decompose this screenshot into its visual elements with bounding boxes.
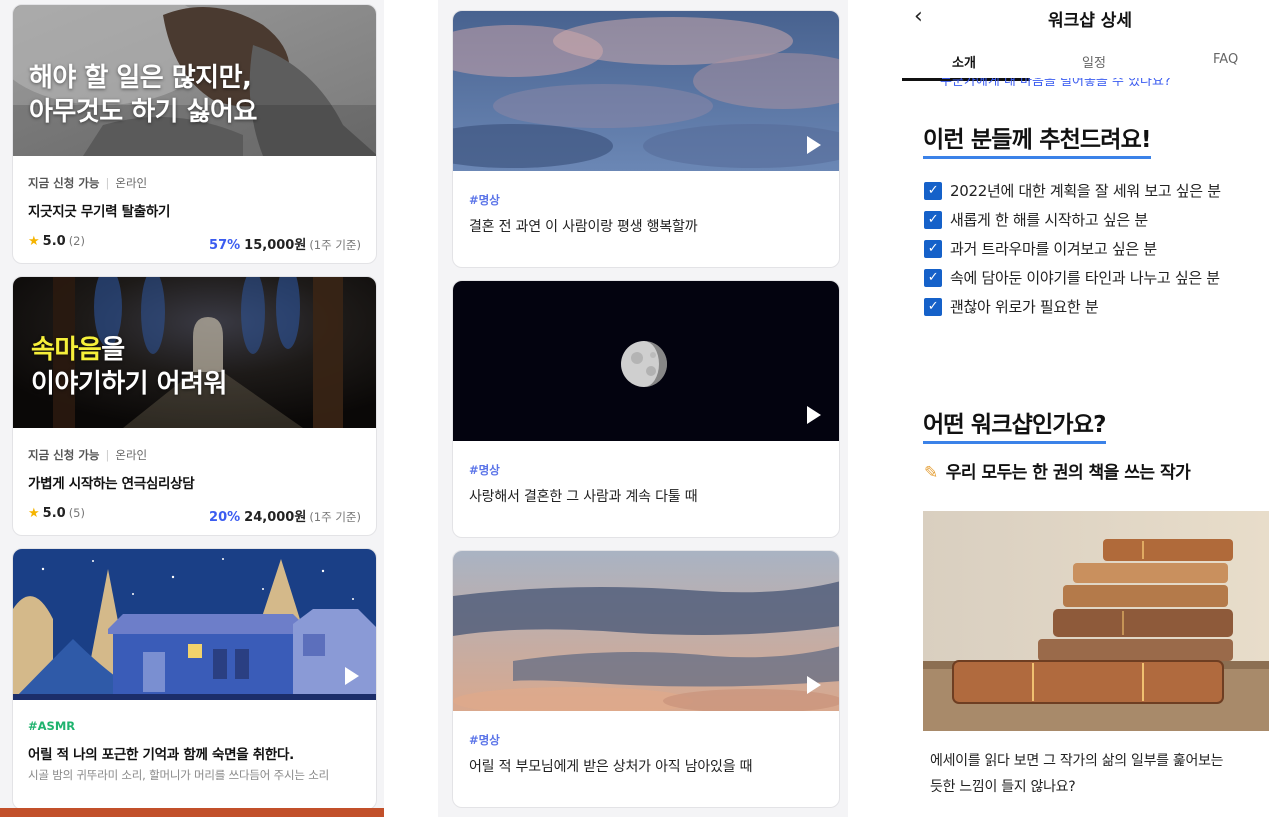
- price: 57% 15,000원 (1주 기준): [209, 234, 361, 253]
- discount-percent: 57%: [209, 238, 241, 253]
- tab-faq[interactable]: FAQ: [1213, 52, 1238, 67]
- asmr-card[interactable]: #ASMR 어릴 적 나의 포근한 기억과 함께 숙면을 취한다. 시골 밤의 …: [12, 548, 377, 810]
- video-tag: #명상: [469, 733, 500, 747]
- video-thumbnail-sunset: [453, 551, 839, 711]
- workshop-card[interactable]: 속마음을 이야기하기 어려워 지금 신청 가능 | 온라인 가볍게 시작하는 연극심…: [12, 276, 377, 536]
- price-basis: (1주 기준): [309, 510, 361, 524]
- discount-percent: 20%: [209, 510, 241, 525]
- review-count: (5): [68, 506, 85, 520]
- rating: ★ 5.0 (5): [28, 506, 85, 521]
- workshop-banner-image: 해야 할 일은 많지만, 아무것도 하기 싫어요: [13, 5, 376, 156]
- rating-value: 5.0: [42, 506, 66, 521]
- video-card[interactable]: #명상 사랑해서 결혼한 그 사람과 계속 다툴 때: [452, 280, 840, 538]
- intro-paragraph-line1: 에세이를 읽다 보면 그 작가의 삶의 일부를 훑어보는: [930, 753, 1224, 769]
- video-thumbnail-sky: [453, 11, 839, 171]
- checkbox-checked-icon: ✓: [924, 181, 942, 200]
- video-tag: #명상: [469, 463, 500, 477]
- mode-label: 온라인: [115, 448, 148, 462]
- clipped-intro-text: 누군가에게 내 마음을 털어놓을 수 있나요?: [940, 78, 1171, 86]
- availability-label: 지금 신청 가능: [28, 176, 100, 190]
- asmr-illustration: [13, 549, 376, 700]
- banner-headline-line1: 해야 할 일은 많지만,: [29, 63, 252, 93]
- video-title: 사랑해서 결혼한 그 사람과 계속 다툴 때: [469, 489, 698, 505]
- card-title: 어릴 적 나의 포근한 기억과 함께 숙면을 취한다.: [28, 747, 294, 763]
- price-basis: (1주 기준): [309, 238, 361, 252]
- books-image: [923, 511, 1269, 731]
- play-icon[interactable]: [807, 676, 821, 694]
- checklist-item: ✓ 2022년에 대한 계획을 잘 세워 보고 싶은 분: [924, 180, 1221, 201]
- video-thumbnail-moon: [453, 281, 839, 441]
- card-title: 지긋지긋 무기력 탈출하기: [28, 204, 171, 220]
- rating: ★ 5.0 (2): [28, 234, 85, 249]
- rating-value: 5.0: [42, 234, 66, 249]
- video-title: 어릴 적 부모님에게 받은 상처가 아직 남아있을 때: [469, 759, 753, 775]
- banner-headline-line2: 이야기하기 어려워: [31, 369, 227, 399]
- workshop-list-column: 해야 할 일은 많지만, 아무것도 하기 싫어요 지금 신청 가능 | 온라인 지긋…: [0, 0, 384, 817]
- video-title: 결혼 전 과연 이 사람이랑 평생 행복할까: [469, 219, 698, 235]
- tab-intro[interactable]: 소개: [952, 52, 976, 71]
- availability-label: 지금 신청 가능: [28, 448, 100, 462]
- price-amount: 15,000원: [244, 238, 307, 253]
- mode-label: 온라인: [115, 176, 148, 190]
- star-icon: ★: [28, 234, 40, 249]
- play-icon[interactable]: [807, 136, 821, 154]
- workshop-detail-panel: ‹ 워크샵 상세 소개 일정 FAQ 누군가에게 내 마음을 털어놓을 수 있나…: [900, 0, 1280, 817]
- checklist-item: ✓ 속에 담아둔 이야기를 타인과 나누고 싶은 분: [924, 267, 1220, 288]
- star-icon: ★: [28, 506, 40, 521]
- card-meta: 지금 신청 가능 | 온라인: [28, 448, 148, 462]
- page-title: 워크샵 상세: [1047, 11, 1133, 31]
- review-count: (2): [68, 234, 85, 248]
- top-bar: ‹ 워크샵 상세: [900, 0, 1280, 36]
- checklist-item: ✓ 괜찮아 위로가 필요한 분: [924, 296, 1099, 317]
- checkbox-checked-icon: ✓: [924, 297, 942, 316]
- banner-headline-rest: 을: [101, 335, 125, 365]
- card-title: 가볍게 시작하는 연극심리상담: [28, 476, 195, 492]
- banner-headline-line2: 아무것도 하기 싫어요: [29, 97, 257, 127]
- checkbox-checked-icon: ✓: [924, 239, 942, 258]
- bottom-bar: [0, 808, 384, 817]
- play-icon[interactable]: [807, 406, 821, 424]
- workshop-card[interactable]: 해야 할 일은 많지만, 아무것도 하기 싫어요 지금 신청 가능 | 온라인 지긋…: [12, 4, 377, 264]
- video-list-column: #명상 결혼 전 과연 이 사람이랑 평생 행복할까 #명상 사랑해서 결혼한 …: [438, 0, 848, 817]
- section-heading-about: 어떤 워크샵인가요?: [923, 405, 1106, 444]
- video-card[interactable]: #명상 어릴 적 부모님에게 받은 상처가 아직 남아있을 때: [452, 550, 840, 808]
- banner-headline-line1: 속마음을: [31, 333, 125, 367]
- section-heading-recommend: 이런 분들께 추천드려요!: [923, 120, 1152, 159]
- intro-paragraph-line2: 듯한 느낌이 들지 않나요?: [930, 779, 1076, 795]
- checkbox-checked-icon: ✓: [924, 210, 942, 229]
- pencil-icon: ✎: [924, 463, 938, 483]
- video-card[interactable]: #명상 결혼 전 과연 이 사람이랑 평생 행복할까: [452, 10, 840, 268]
- asmr-tag: #ASMR: [28, 719, 76, 733]
- workshop-banner-image: 속마음을 이야기하기 어려워: [13, 277, 376, 428]
- price-amount: 24,000원: [244, 510, 307, 525]
- tab-schedule[interactable]: 일정: [1082, 52, 1106, 71]
- checkbox-checked-icon: ✓: [924, 268, 942, 287]
- checklist-item: ✓ 과거 트라우마를 이겨보고 싶은 분: [924, 238, 1157, 259]
- price: 20% 24,000원 (1주 기준): [209, 506, 361, 525]
- card-subtitle: 시골 밤의 귀뚜라미 소리, 할머니가 머리를 쓰다듬어 주시는 소리: [28, 768, 329, 782]
- card-meta: 지금 신청 가능 | 온라인: [28, 176, 148, 190]
- video-tag: #명상: [469, 193, 500, 207]
- detail-tabs: 소개 일정 FAQ: [900, 48, 1280, 82]
- banner-headline-highlight: 속마음: [31, 335, 102, 365]
- checklist-item: ✓ 새롭게 한 해를 시작하고 싶은 분: [924, 209, 1148, 230]
- section-subheading: ✎ 우리 모두는 한 권의 책을 쓰는 작가: [924, 463, 1191, 483]
- play-icon[interactable]: [345, 667, 359, 685]
